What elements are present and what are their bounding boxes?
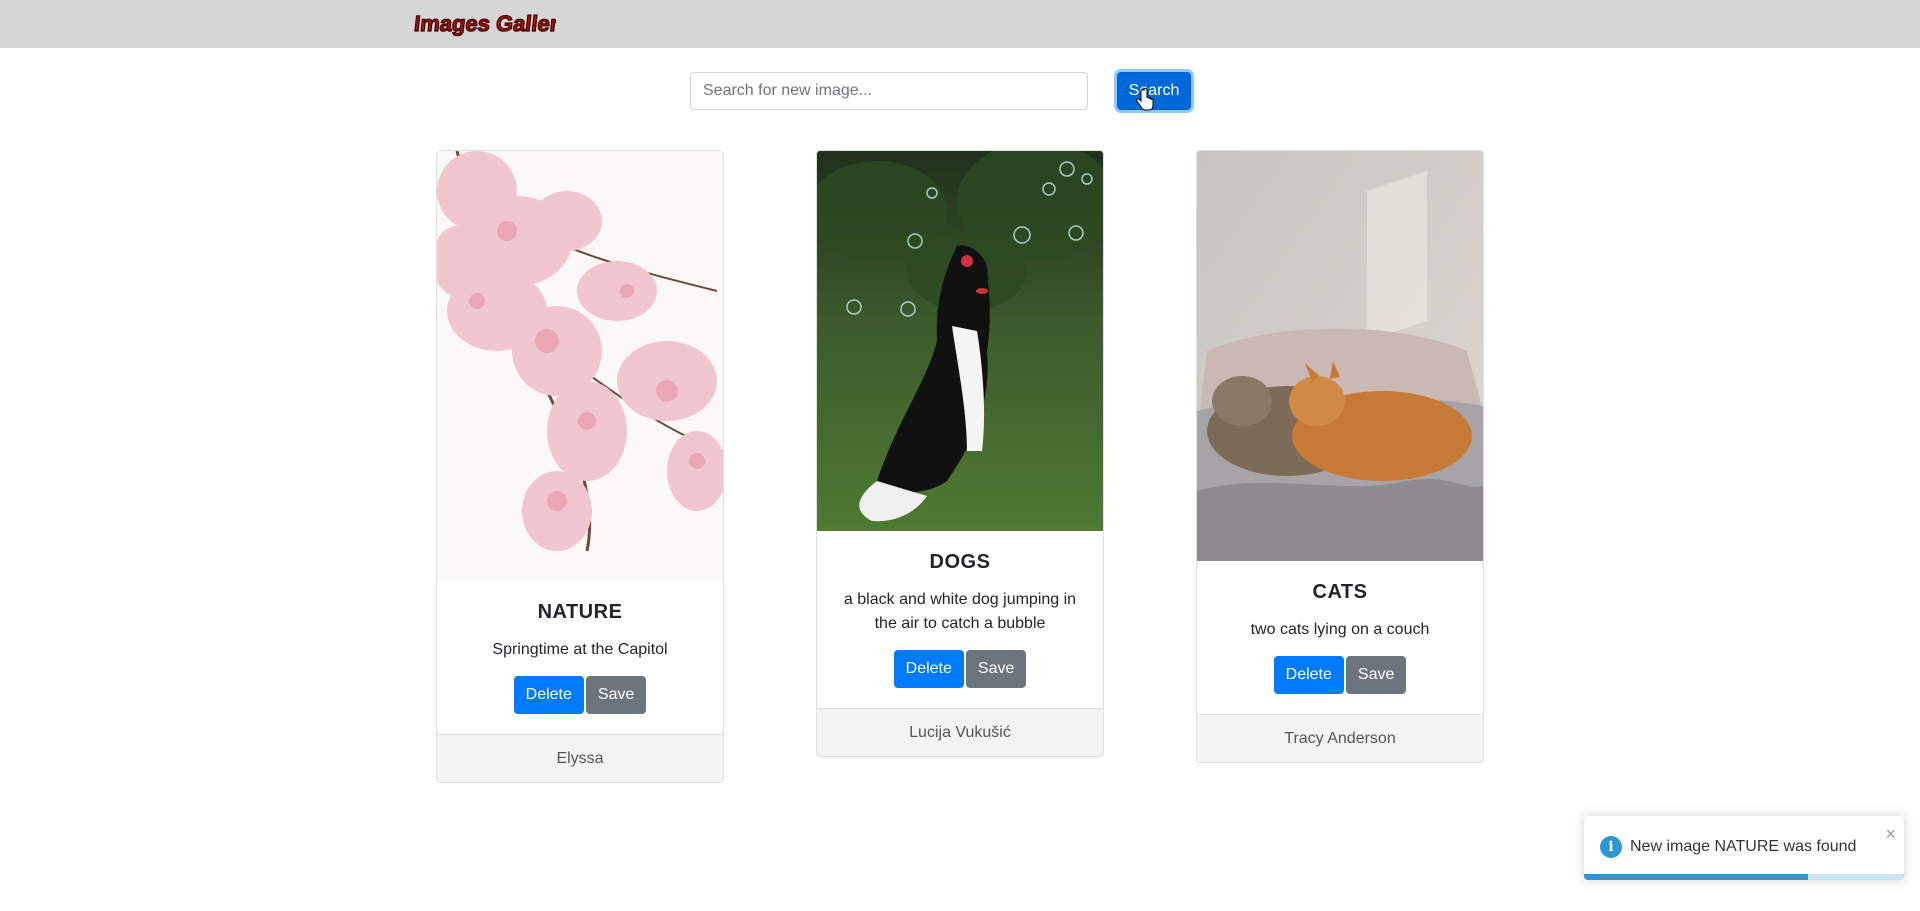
save-button[interactable]: Save [965,650,1027,688]
delete-button[interactable]: Delete [513,676,584,714]
navbar: Images Gallery [0,0,1920,48]
toast-progress-bar [1584,874,1808,880]
card-footer-author: Tracy Anderson [1197,714,1483,762]
notification-toast: i New image NATURE was found × [1584,816,1904,880]
close-icon[interactable]: × [1885,824,1896,845]
card-description: two cats lying on a couch [1250,621,1430,638]
delete-button[interactable]: Delete [893,650,964,688]
save-button[interactable]: Save [585,676,647,714]
card-title: CATS [1312,581,1368,603]
images-gallery-logo[interactable]: Images Gallery [414,7,556,39]
card-footer-author: Elyssa [437,734,723,782]
image-card-cats: CATS two cats lying on a couch Delete Sav… [1196,150,1484,763]
search-input[interactable] [690,72,1088,110]
svg-text:Images Gallery: Images Gallery [414,11,556,36]
card-description: Springtime at the Capitol [492,641,668,658]
search-button[interactable]: Search [1117,72,1191,110]
card-body: NATURE Springtime at the Capitol Delete S… [437,581,723,734]
image-card-dogs: DOGS a black and white dog jumping in th… [816,150,1104,757]
card-image-cherry-blossom [437,151,723,581]
info-icon: i [1600,836,1622,858]
image-card-nature: NATURE Springtime at the Capitol Delete S… [436,150,724,783]
card-title: NATURE [537,601,623,623]
save-button[interactable]: Save [1345,656,1407,694]
hand-cursor-icon [1136,88,1154,111]
delete-button[interactable]: Delete [1273,656,1344,694]
card-title: DOGS [929,551,991,573]
toast-message: New image NATURE was found [1630,838,1857,855]
card-image-dog [817,151,1103,531]
card-image-cats [1197,151,1483,561]
card-description: a black and white dog jumping in the air… [843,591,1077,632]
card-body: CATS two cats lying on a couch Delete Sav… [1197,561,1483,714]
card-footer-author: Lucija Vukušić [817,708,1103,756]
card-body: DOGS a black and white dog jumping in th… [817,531,1103,708]
